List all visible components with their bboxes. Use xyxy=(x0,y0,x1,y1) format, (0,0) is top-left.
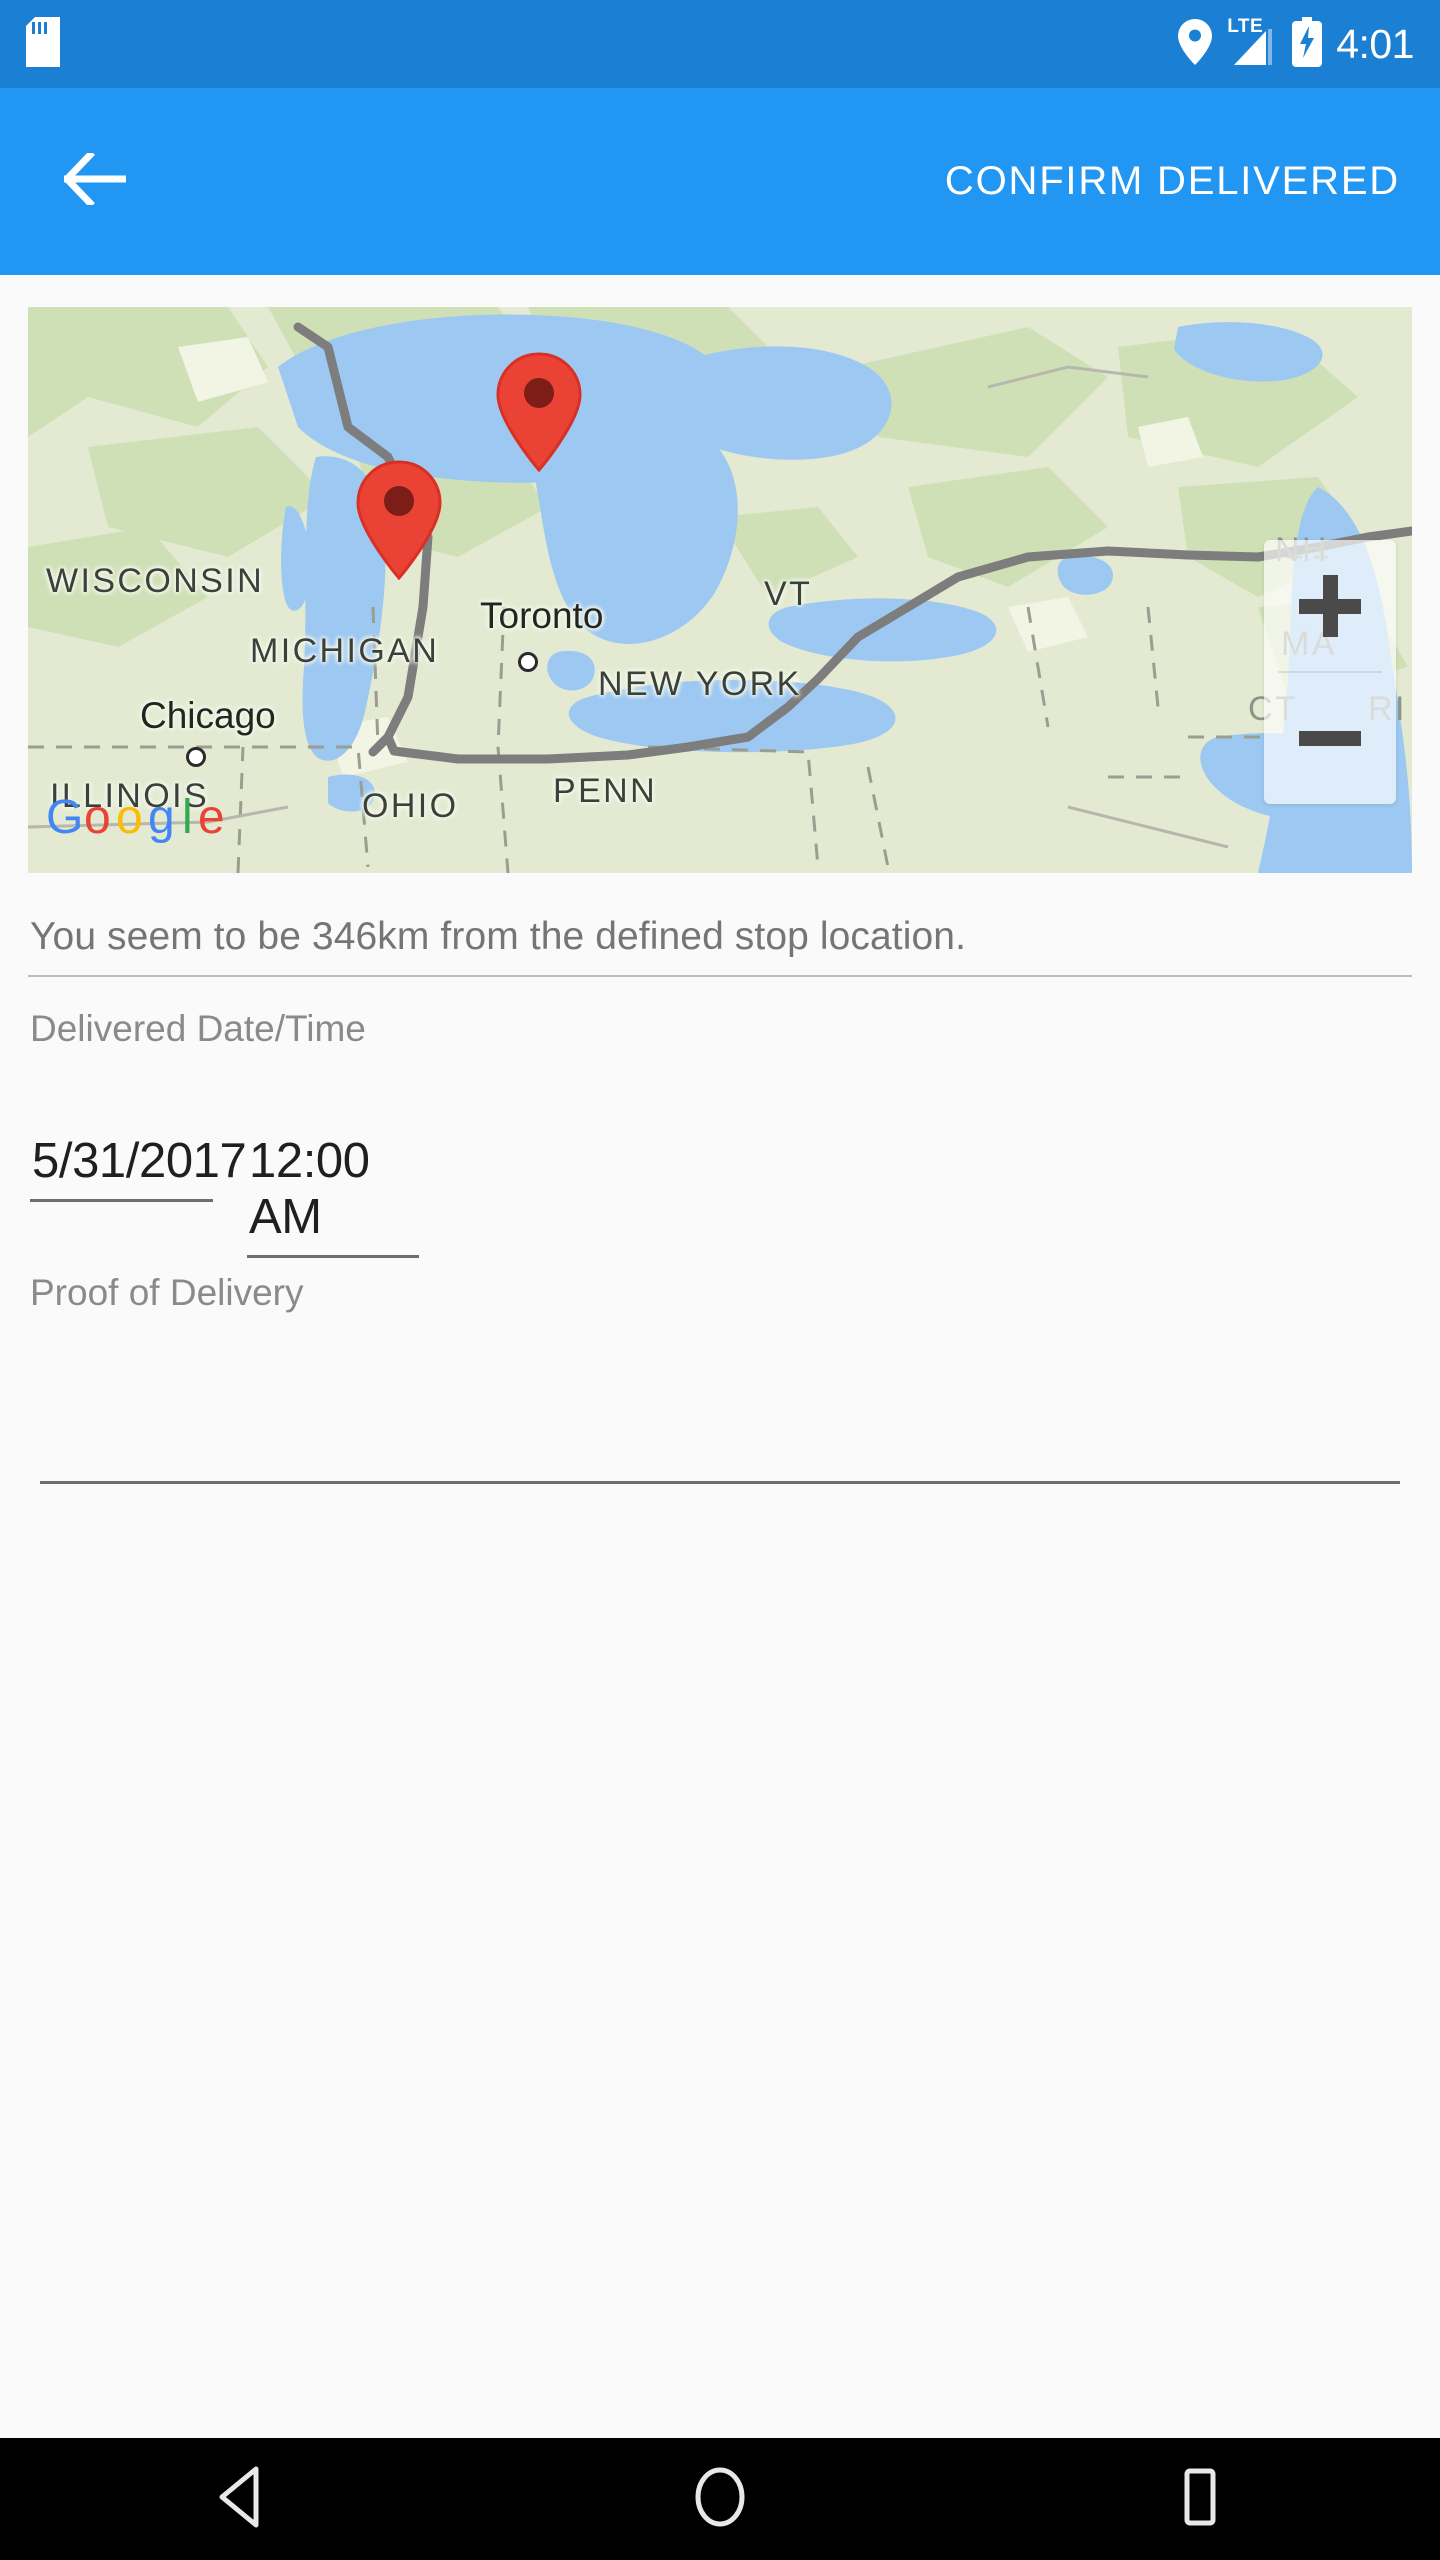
map-label-penn: PENN xyxy=(553,772,658,810)
date-value: 5/31/2017 xyxy=(32,1134,247,1188)
battery-charging-icon xyxy=(1292,16,1323,72)
date-field[interactable]: 5/31/2017 xyxy=(30,1133,247,1258)
section-divider xyxy=(28,975,1412,977)
current-location-marker-michigan[interactable] xyxy=(356,460,442,581)
svg-text:G: G xyxy=(46,791,83,843)
map-label-wisconsin: WISCONSIN xyxy=(46,562,265,600)
svg-text:e: e xyxy=(198,791,225,843)
svg-text:g: g xyxy=(148,791,175,843)
map-label-ohio: OHIO xyxy=(362,787,459,825)
delivered-datetime-row: 5/31/2017 12:00 AM xyxy=(30,1133,419,1258)
google-logo[interactable]: G o o g l e xyxy=(46,791,258,844)
time-field[interactable]: 12:00 AM xyxy=(247,1133,419,1258)
delivered-datetime-label: Delivered Date/Time xyxy=(30,1008,366,1049)
nav-recents-square-icon xyxy=(1174,2468,1226,2531)
android-navigation-bar xyxy=(0,2438,1440,2560)
signal-bars-icon: LTE xyxy=(1226,17,1278,67)
location-pin-icon xyxy=(1178,18,1213,70)
zoom-out-button[interactable] xyxy=(1264,673,1396,804)
distance-warning-text: You seem to be 346km from the defined st… xyxy=(30,915,967,958)
proof-of-delivery-label: Proof of Delivery xyxy=(30,1272,304,1313)
svg-text:l: l xyxy=(182,791,193,843)
status-icons-group: LTE 4:01 xyxy=(1178,16,1414,72)
map-view[interactable]: WISCONSIN MICHIGAN Chicago Toronto NEW Y… xyxy=(28,307,1412,873)
app-bar: CONFIRM DELIVERED xyxy=(0,88,1440,275)
city-dot-toronto xyxy=(518,652,538,672)
city-dot-chicago xyxy=(186,747,206,767)
sd-card-icon xyxy=(26,16,60,72)
time-field-underline xyxy=(247,1255,419,1258)
map-zoom-controls xyxy=(1264,540,1396,804)
date-field-underline xyxy=(30,1199,213,1202)
svg-text:o: o xyxy=(84,791,111,843)
proof-of-delivery-input[interactable] xyxy=(40,1360,1400,1480)
stop-marker-toronto[interactable] xyxy=(496,352,582,473)
zoom-in-button[interactable] xyxy=(1264,540,1396,671)
minus-icon xyxy=(1299,731,1361,746)
plus-icon xyxy=(1299,574,1361,637)
status-bar: LTE 4:01 xyxy=(0,0,1440,88)
svg-text:o: o xyxy=(116,791,143,843)
nav-home-circle-icon xyxy=(691,2466,749,2533)
proof-of-delivery-underline xyxy=(40,1481,1400,1484)
arrow-back-icon xyxy=(62,150,128,210)
nav-back-triangle-icon xyxy=(212,2466,268,2533)
nav-back-button[interactable] xyxy=(0,2466,480,2533)
map-label-chicago: Chicago xyxy=(140,695,276,736)
confirm-delivered-action[interactable]: CONFIRM DELIVERED xyxy=(945,159,1408,204)
nav-home-button[interactable] xyxy=(480,2466,960,2533)
map-label-vermont: VT xyxy=(764,575,813,613)
clock-time: 4:01 xyxy=(1336,20,1414,67)
map-label-michigan: MICHIGAN xyxy=(250,632,440,670)
nav-recents-button[interactable] xyxy=(960,2468,1440,2531)
map-label-new-york: NEW YORK xyxy=(598,665,802,703)
map-label-toronto: Toronto xyxy=(480,595,604,636)
back-button[interactable] xyxy=(40,127,150,237)
time-value: 12:00 AM xyxy=(249,1134,370,1244)
